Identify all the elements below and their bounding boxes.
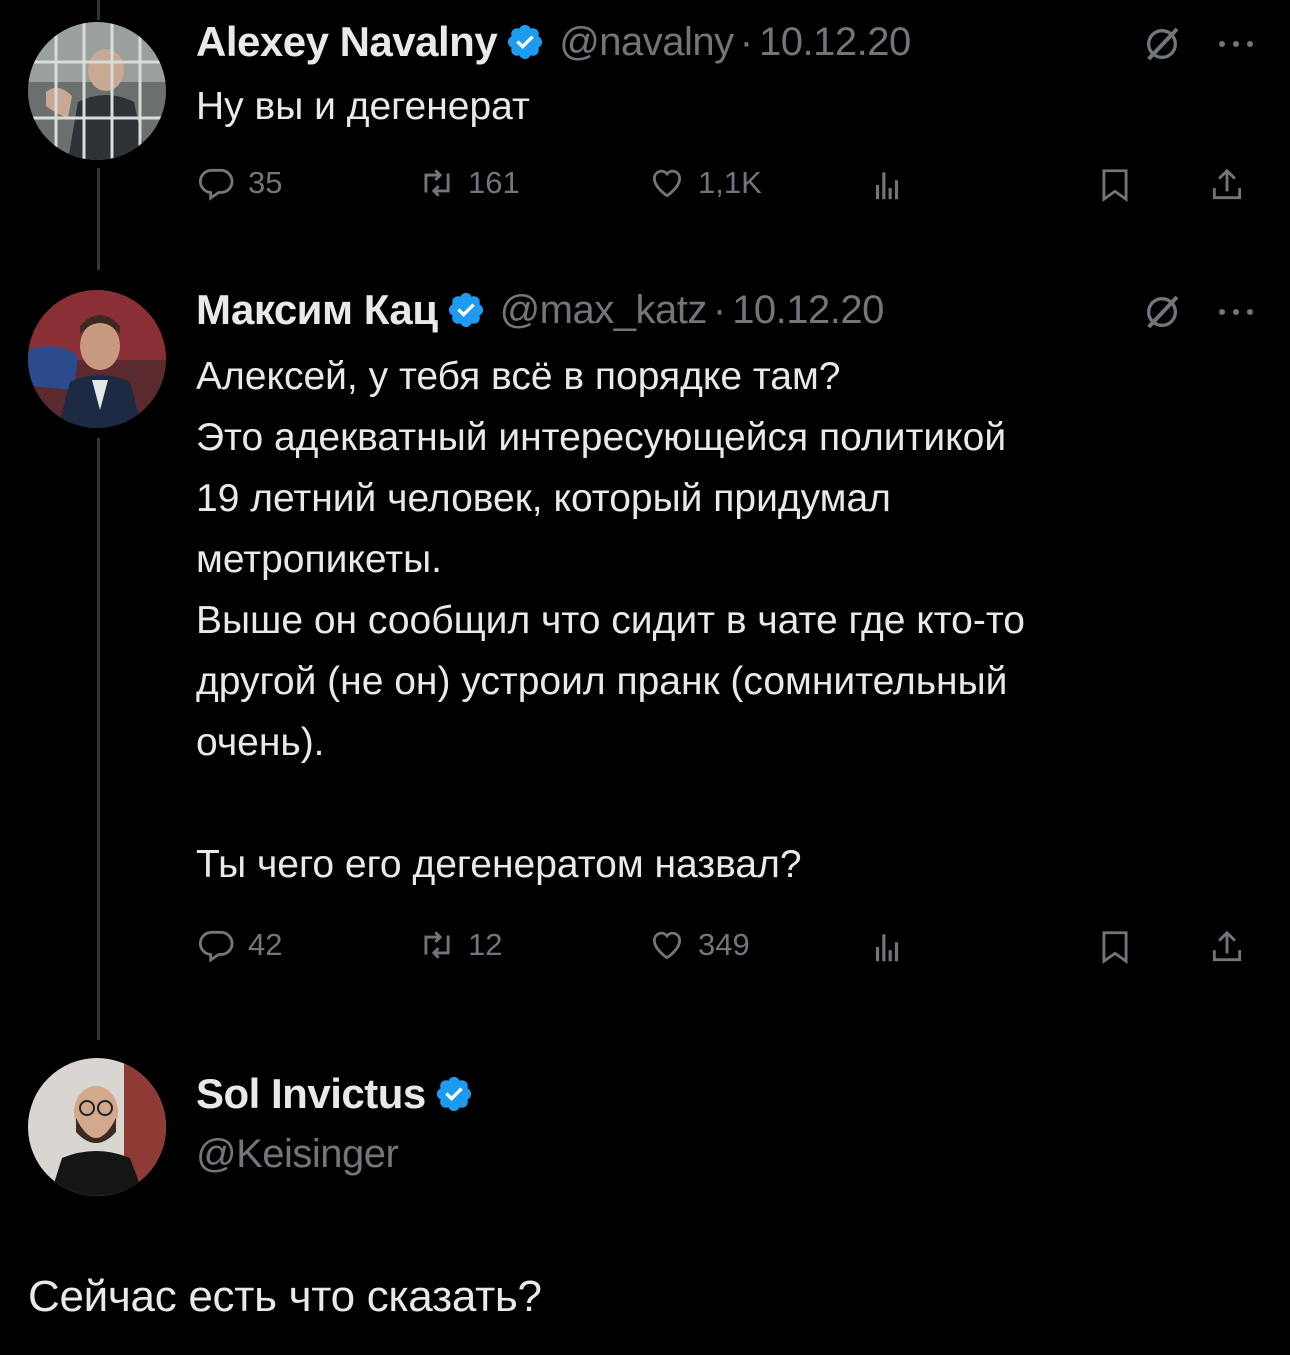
reply-icon — [198, 168, 234, 201]
author-name[interactable]: Sol Invictus — [196, 1070, 426, 1118]
author-name[interactable]: Alexey Navalny — [196, 18, 498, 66]
retweet-icon — [424, 169, 450, 197]
more-icon[interactable] — [1216, 38, 1256, 50]
separator: · — [739, 19, 754, 64]
tweet-katz[interactable]: Максим Кац @max_katz · 10.12.20 Алексей,… — [0, 270, 1290, 1040]
retweet-button[interactable]: 12 — [418, 926, 502, 964]
tweet-date[interactable]: 10.12.20 — [759, 20, 911, 65]
author-handle[interactable]: @Keisinger — [196, 1132, 399, 1177]
post-text: Сейчас есть что сказать? — [28, 1272, 542, 1321]
reply-count: 42 — [248, 927, 283, 962]
avatar[interactable] — [28, 1058, 166, 1196]
post-header: Sol Invictus — [196, 1070, 474, 1118]
reply-button[interactable]: 42 — [198, 926, 282, 964]
bookmark-icon — [1102, 169, 1128, 203]
reply-icon — [198, 930, 234, 963]
views-button[interactable] — [868, 166, 906, 209]
tweet-header: Alexey Navalny @navalny · 10.12.20 — [196, 18, 911, 66]
verified-badge-icon — [448, 292, 483, 328]
bookmark-icon — [1102, 931, 1128, 965]
share-button[interactable] — [1208, 166, 1246, 209]
reply-count: 35 — [248, 165, 283, 200]
verified-badge-icon — [508, 24, 543, 60]
share-icon — [1212, 930, 1242, 962]
avatar[interactable] — [28, 22, 166, 160]
tweet-actions: 42 12 349 — [196, 926, 1260, 970]
share-icon — [1212, 168, 1242, 200]
like-button[interactable]: 349 — [648, 926, 750, 964]
more-icon[interactable] — [1216, 306, 1256, 318]
retweet-count: 12 — [468, 927, 503, 962]
views-icon — [875, 934, 899, 962]
verified-badge-icon — [436, 1076, 471, 1112]
views-button[interactable] — [868, 928, 906, 971]
like-icon — [652, 931, 682, 960]
tweet-date[interactable]: 10.12.20 — [732, 288, 884, 333]
grok-icon[interactable] — [1142, 292, 1182, 332]
author-handle[interactable]: @navalny — [559, 20, 734, 65]
separator: · — [712, 287, 727, 332]
author-name[interactable]: Максим Кац — [196, 286, 438, 334]
tweet-header: Максим Кац @max_katz · 10.12.20 — [196, 286, 884, 334]
retweet-button[interactable]: 161 — [418, 164, 520, 202]
reply-button[interactable]: 35 — [198, 164, 282, 202]
retweet-count: 161 — [468, 165, 520, 200]
bookmark-button[interactable] — [1096, 928, 1134, 971]
tweet-actions: 35 161 1,1K — [196, 164, 1260, 208]
like-button[interactable]: 1,1K — [648, 164, 762, 202]
views-icon — [875, 172, 899, 200]
retweet-icon — [424, 931, 450, 959]
tweet-text: Ну вы и дегенерат — [196, 85, 530, 128]
like-count: 1,1K — [698, 165, 762, 200]
tweet-text: Алексей, у тебя всё в порядке там? Это а… — [196, 355, 1025, 886]
author-handle[interactable]: @max_katz — [500, 288, 708, 333]
grok-icon[interactable] — [1142, 24, 1182, 64]
like-icon — [652, 169, 682, 198]
avatar[interactable] — [28, 290, 166, 428]
like-count: 349 — [698, 927, 750, 962]
share-button[interactable] — [1208, 928, 1246, 971]
bookmark-button[interactable] — [1096, 166, 1134, 209]
tweet-navalny[interactable]: Alexey Navalny @navalny · 10.12.20 Ну вы… — [0, 0, 1290, 270]
